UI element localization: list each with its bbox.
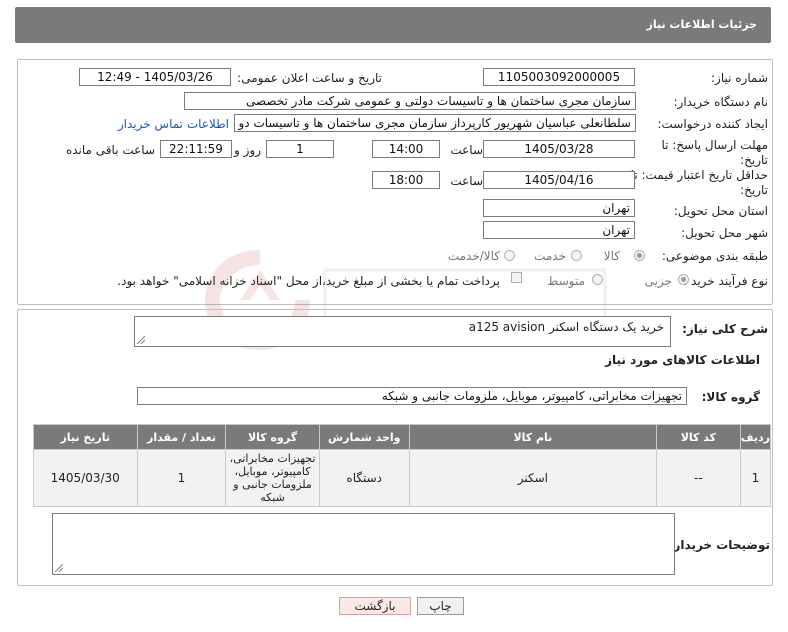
- summary-text: خرید یک دستگاه اسکنر a125 avision: [468, 320, 664, 334]
- col-header-need-date: تاریخ نیاز: [33, 424, 138, 450]
- process-minor-label: جزیی: [644, 274, 672, 288]
- col-header-row-number: ردیف: [739, 424, 772, 450]
- buyer-notes-label: توضیحات خریدار:: [668, 538, 770, 552]
- buyer-org-field: سازمان مجری ساختمان ها و تاسیسات دولتی و…: [184, 92, 636, 110]
- goods-info-title: اطلاعات کالاهای مورد نیاز: [605, 353, 760, 367]
- creator-label: ایجاد کننده درخواست:: [657, 117, 768, 131]
- summary-label: شرح کلی نیاز:: [682, 322, 768, 336]
- page-header: جزئیات اطلاعات نیاز: [15, 7, 771, 43]
- remaining-label: ساعت باقی مانده: [65, 143, 155, 157]
- province-label: استان محل تحویل:: [673, 204, 768, 218]
- table-header-row: ردیف کد کالا نام کالا واحد شمارش گروه کا…: [33, 424, 772, 450]
- resize-grip-icon[interactable]: [137, 336, 145, 344]
- goods-group-label: گروه کالا:: [701, 390, 760, 404]
- col-header-goods-group: گروه کالا: [225, 424, 320, 450]
- city-label: شهر محل تحویل:: [681, 226, 768, 240]
- announce-date-field: 1405/03/26 - 12:49: [79, 68, 231, 86]
- deadline-time-label: ساعت: [450, 143, 483, 157]
- process-type-label: نوع فرآیند خرید :: [683, 274, 768, 288]
- creator-field: سلطانعلی عباسیان شهریور کارپرداز سازمان …: [234, 114, 636, 132]
- category-label: طبقه بندی موضوعی:: [661, 249, 768, 263]
- back-button[interactable]: بازگشت: [339, 597, 411, 615]
- days-label: روز و: [234, 143, 261, 157]
- summary-textarea[interactable]: خرید یک دستگاه اسکنر a125 avision: [134, 316, 671, 347]
- col-header-item-name: نام کالا: [408, 424, 657, 450]
- process-radio-minor[interactable]: [678, 274, 689, 285]
- cell-need-date: 1405/03/30: [33, 449, 138, 507]
- validity-time-field: 18:00: [372, 171, 440, 189]
- col-header-unit: واحد شمارش: [318, 424, 410, 450]
- deadline-label: مهلت ارسال پاسخ: تا تاریخ:: [661, 138, 768, 167]
- page-title: جزئیات اطلاعات نیاز: [646, 18, 758, 31]
- city-field: تهران: [483, 221, 635, 239]
- table-row: 1 -- اسکنر دستگاه تجهیزات مخابراتی، کامپ…: [33, 449, 772, 507]
- col-header-item-code: کد کالا: [655, 424, 741, 450]
- cell-quantity: 1: [136, 449, 227, 507]
- goods-table: ردیف کد کالا نام کالا واحد شمارش گروه کا…: [33, 424, 772, 507]
- need-number-field: 1105003092000005: [483, 68, 635, 86]
- buyer-contact-link[interactable]: اطلاعات تماس خریدار: [118, 117, 229, 131]
- print-button[interactable]: چاپ: [417, 597, 464, 615]
- province-field: تهران: [483, 199, 635, 217]
- resize-grip-icon[interactable]: [55, 564, 63, 572]
- validity-time-label: ساعت: [450, 174, 483, 188]
- days-field: 1: [266, 140, 334, 158]
- announce-date-label: تاریخ و ساعت اعلان عمومی:: [237, 71, 382, 85]
- cell-item-name: اسکنر: [408, 449, 657, 507]
- goods-group-field: تجهیزات مخابراتی، کامپیوتر، موبایل، ملزو…: [137, 387, 687, 405]
- validity-label: حداقل تاریخ اعتبار قیمت: تا تاریخ:: [630, 168, 768, 197]
- cell-item-code: --: [655, 449, 741, 507]
- validity-date-field: 1405/04/16: [483, 171, 635, 189]
- col-header-quantity: تعداد / مقدار: [136, 424, 227, 450]
- category-radio-goods[interactable]: [634, 250, 645, 261]
- cell-goods-group: تجهیزات مخابراتی، کامپیوتر، موبایل، ملزو…: [225, 449, 320, 507]
- cell-row-number: 1: [739, 449, 772, 507]
- deadline-date-field: 1405/03/28: [483, 140, 635, 158]
- buyer-org-label: نام دستگاه خریدار:: [673, 95, 769, 109]
- deadline-time-field: 14:00: [372, 140, 440, 158]
- buyer-notes-textarea[interactable]: [52, 513, 675, 575]
- cell-unit: دستگاه: [318, 449, 410, 507]
- need-number-label: شماره نیاز:: [711, 71, 768, 85]
- remaining-time-field: 22:11:59: [160, 140, 232, 158]
